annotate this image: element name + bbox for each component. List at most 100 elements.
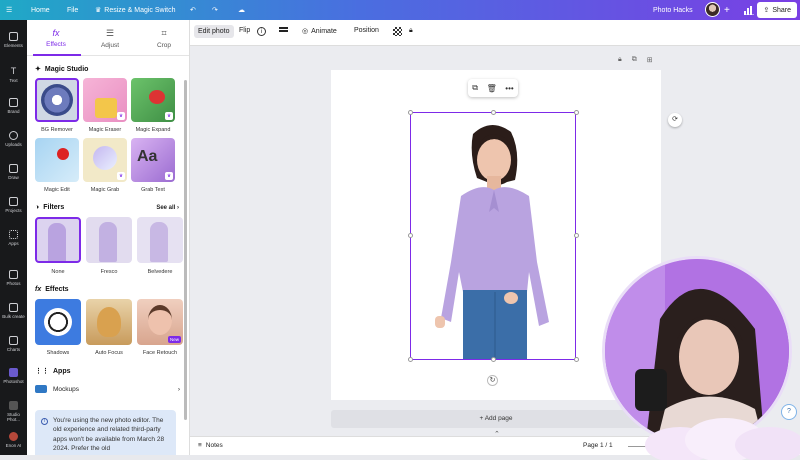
effect-label: Shadows [46,350,70,356]
element-floating-toolbar: ⧉ 🗑︎ ••• [468,79,518,97]
filter-fresco-thumb[interactable] [86,217,132,263]
magic-grab-thumb[interactable]: ♛ [83,138,127,182]
crop-icon: ⌗ [161,28,167,38]
grab-text-thumb[interactable]: Aa ♛ [131,138,175,182]
mockups-app-row[interactable]: Mockups › [35,382,180,396]
help-icon[interactable]: ? [781,404,797,420]
effect-label: Auto Focus [95,350,123,356]
line-style-button[interactable] [279,27,288,32]
filter-label: Belvedere [147,269,173,275]
draw-icon [9,164,18,173]
text-icon: T [10,66,17,76]
resize-handle[interactable] [491,110,496,115]
duplicate-icon[interactable]: ⧉ [472,83,478,93]
file-menu[interactable]: File [67,0,78,20]
rail-item-elements[interactable]: Elements [0,32,27,48]
ladybug-icon [149,90,165,104]
refresh-ai-icon[interactable]: ⟳ [668,113,682,127]
magic-edit-thumb[interactable] [35,138,79,182]
rail-item-apps[interactable]: Apps [0,230,27,246]
apps-grid-icon: ⋮⋮ [35,368,49,375]
duplicate-page-icon[interactable]: ⧉ [632,56,637,64]
lock-page-icon[interactable]: 🔒︎ [618,56,622,64]
info-button[interactable]: i [257,27,266,36]
filters-see-all-link[interactable]: See all › [156,205,179,211]
rail-item-studio-photo[interactable]: Studio Phot... [0,401,27,422]
project-title[interactable]: Photo Hacks [653,0,693,20]
resize-handle[interactable] [408,110,413,115]
add-page-button[interactable]: + Add page [331,410,661,428]
rail-item-charts[interactable]: Charts [0,336,27,352]
cloud-save-icon[interactable]: ☁ [238,0,245,20]
rail-item-uploads[interactable]: Uploads [0,131,27,147]
more-icon[interactable]: ••• [505,84,513,93]
magic-expand-thumb[interactable]: ♛ [131,78,175,122]
filter-belvedere-thumb[interactable] [137,217,183,263]
bulk-create-icon [9,303,18,312]
page-indicator[interactable]: Page 1 / 1 [583,442,613,449]
rail-item-text[interactable]: T Text [0,66,27,83]
insights-icon[interactable] [744,0,754,20]
add-collaborator-icon[interactable]: + [724,0,730,20]
delete-icon[interactable]: 🗑︎ [487,84,497,93]
resize-handle[interactable] [574,357,579,362]
person-thumb-icon [48,223,66,261]
filter-icon: ◑ [35,204,40,211]
resize-handle[interactable] [574,110,579,115]
chevron-right-icon: › [177,385,180,393]
lock-button[interactable]: 🔒︎ [409,27,413,35]
rail-item-brand[interactable]: Brand [0,98,27,114]
menu-icon[interactable]: ☰ [6,0,12,20]
fx-icon: fx [35,286,42,293]
transparency-button[interactable] [393,27,402,36]
redo-icon[interactable]: ↷ [212,0,218,20]
edit-photo-button[interactable]: Edit photo [194,25,234,38]
active-tab-indicator [33,54,81,56]
resize-handle[interactable] [574,233,579,238]
selection-frame[interactable] [410,112,576,360]
share-button[interactable]: ⇪ Share [757,2,797,18]
add-page-icon[interactable]: ⊞ [647,56,653,64]
lock-icon: 🔒︎ [409,27,413,34]
flip-button[interactable]: Flip [239,27,250,34]
undo-icon[interactable]: ↶ [190,0,196,20]
resize-handle[interactable] [408,233,413,238]
tab-effects[interactable]: fx Effects [29,28,83,48]
magic-studio-label: BG Remover [41,127,73,133]
rail-item-projects[interactable]: Projects [0,197,27,213]
animate-button[interactable]: ◎ Animate [302,27,337,36]
bg-remover-thumb[interactable] [35,78,79,122]
cloud-decoration [645,418,800,460]
crown-badge-icon: ♛ [116,112,125,120]
rail-item-bulk-create[interactable]: Bulk create [0,303,27,319]
auto-focus-thumb[interactable] [86,299,132,345]
panel-scrollbar[interactable] [184,80,187,420]
animate-icon: ◎ [302,28,309,35]
tab-adjust[interactable]: ☰ Adjust [83,28,137,49]
info-icon: i [257,27,266,36]
face-retouch-thumb[interactable]: New [137,299,183,345]
rail-item-photoshot[interactable]: Photoshot [0,368,27,384]
tab-crop[interactable]: ⌗ Crop [137,28,189,49]
filters-heading: ◑ Filters [35,204,65,211]
magic-studio-label: Magic Eraser [88,127,122,133]
rail-item-draw[interactable]: Draw [0,164,27,180]
rail-item-enon-ai[interactable]: Enon AI [0,432,27,448]
shadows-thumb[interactable] [35,299,81,345]
rotate-handle-icon[interactable]: ↻ [487,375,498,386]
crown-badge-icon: ♛ [116,172,125,180]
resize-handle[interactable] [408,357,413,362]
notes-button[interactable]: ≡ Notes [198,442,223,449]
magic-eraser-thumb[interactable]: ♛ [83,78,127,122]
filter-none-thumb[interactable] [35,217,81,263]
bg-remover-icon [41,84,73,116]
user-avatar[interactable] [705,2,720,17]
home-button[interactable]: Home [31,0,50,20]
photoshot-icon [9,368,18,377]
rail-item-photos[interactable]: Photos [0,270,27,286]
position-button[interactable]: Position [354,27,379,34]
resize-handle[interactable] [491,357,496,362]
dog-icon [97,307,121,337]
resize-magic-switch-button[interactable]: ♛ Resize & Magic Switch [95,0,175,20]
magic-studio-label: Grab Text [141,187,165,193]
